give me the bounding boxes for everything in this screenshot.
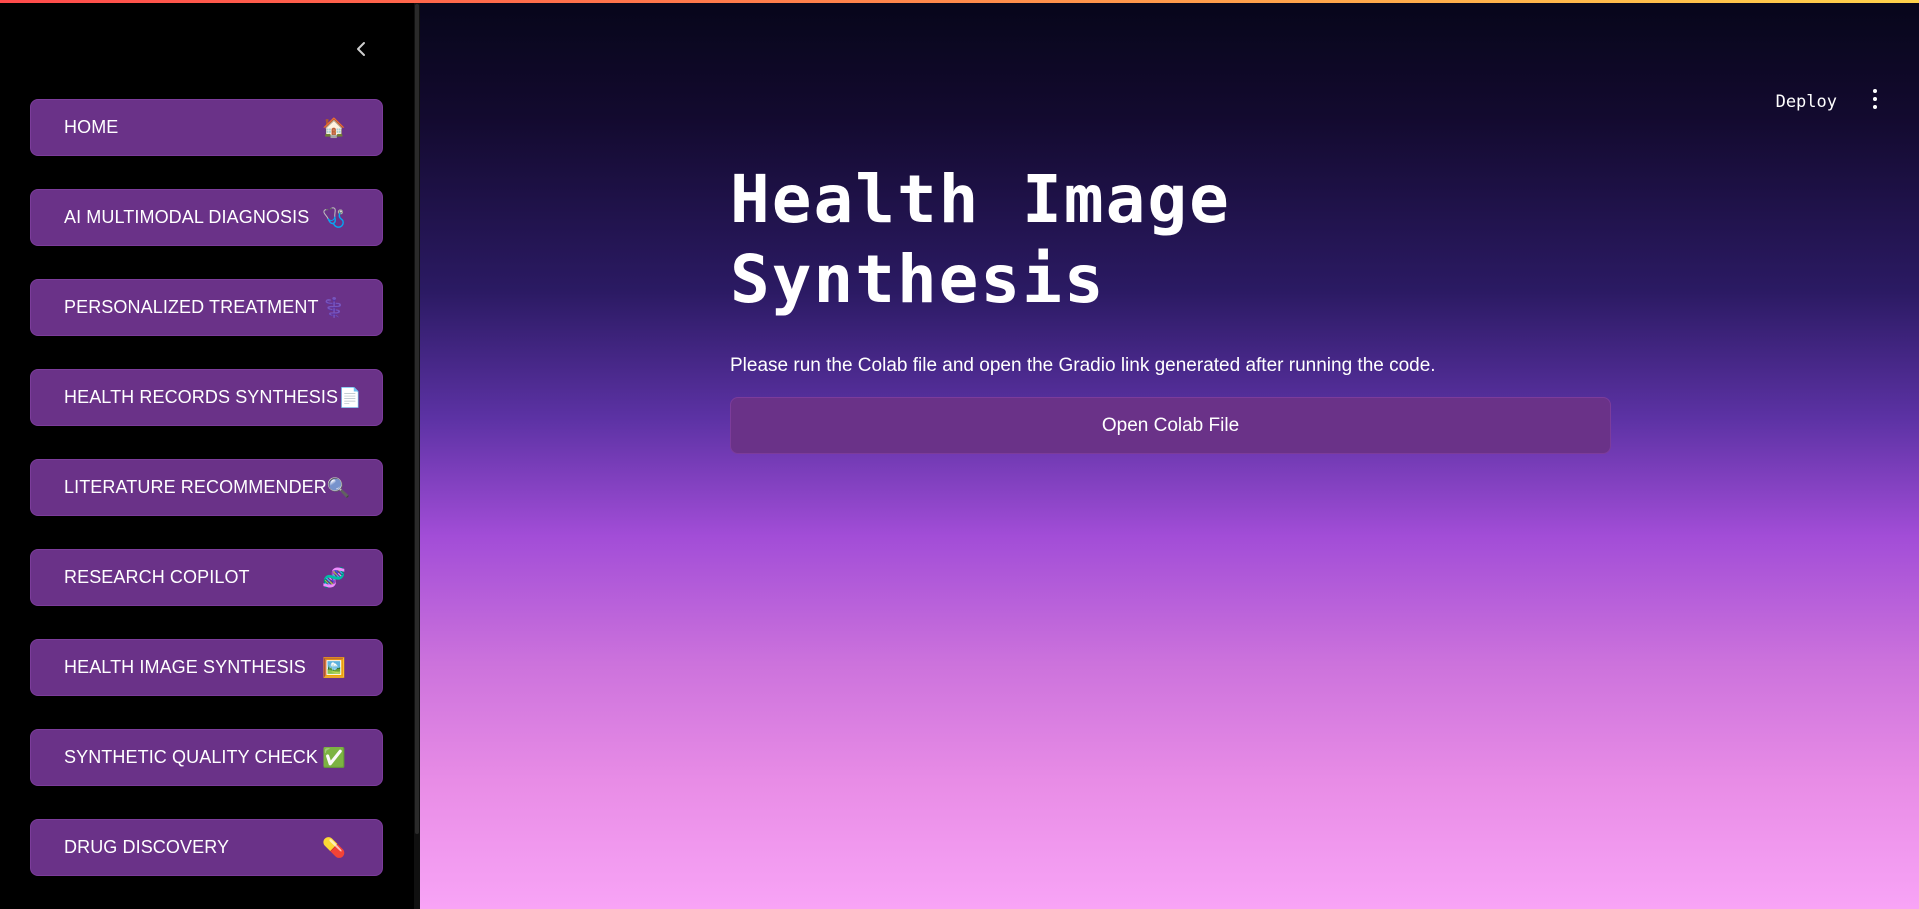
page-title: Health Image Synthesis <box>730 161 1231 318</box>
document-icon: 📄 <box>338 387 362 409</box>
menu-dot <box>1873 97 1877 101</box>
sidebar-item-research-copilot[interactable]: RESEARCH COPILOT 🧬 <box>30 549 383 606</box>
sidebar-item-ai-multimodal-diagnosis[interactable]: AI MULTIMODAL DIAGNOSIS 🩺 <box>30 189 383 246</box>
kebab-menu-icon[interactable] <box>1867 87 1883 111</box>
sidebar-nav: HOME 🏠 AI MULTIMODAL DIAGNOSIS 🩺 PERSONA… <box>30 99 383 909</box>
page-description: Please run the Colab file and open the G… <box>730 355 1436 376</box>
medical-symbol-icon: ⚕️ <box>322 297 346 319</box>
sidebar-item-personalized-treatment[interactable]: PERSONALIZED TREATMENT ⚕️ <box>30 279 383 336</box>
sidebar-item-label: PERSONALIZED TREATMENT <box>64 297 319 317</box>
framed-picture-icon: 🖼️ <box>322 657 346 679</box>
sidebar-item-health-image-synthesis[interactable]: HEALTH IMAGE SYNTHESIS 🖼️ <box>30 639 383 696</box>
magnifier-icon: 🔍 <box>326 477 351 499</box>
sidebar-item-literature-recommender[interactable]: LITERATURE RECOMMENDER 🔍 <box>30 459 383 516</box>
sidebar-item-home[interactable]: HOME 🏠 <box>30 99 383 156</box>
sidebar-scrollbar-thumb[interactable] <box>415 4 419 834</box>
sidebar-collapse-button[interactable] <box>348 36 374 62</box>
main-content: Deploy Health Image Synthesis Please run… <box>420 0 1919 909</box>
dna-icon: 🧬 <box>322 567 346 589</box>
top-accent-bar <box>0 0 1919 3</box>
sidebar-item-label: HEALTH IMAGE SYNTHESIS <box>64 657 306 677</box>
sidebar-item-label: HEALTH RECORDS SYNTHESIS <box>64 387 339 407</box>
sidebar-item-label: SYNTHETIC QUALITY CHECK <box>64 747 319 767</box>
sidebar-item-label: AI MULTIMODAL DIAGNOSIS <box>64 207 310 227</box>
sidebar-item-label: HOME <box>64 117 119 137</box>
chevron-left-icon <box>357 42 365 56</box>
pill-icon: 💊 <box>322 837 346 859</box>
menu-dot <box>1873 89 1877 93</box>
sidebar: HOME 🏠 AI MULTIMODAL DIAGNOSIS 🩺 PERSONA… <box>0 0 414 909</box>
page-section: Health Image Synthesis Please run the Co… <box>730 160 1611 454</box>
sidebar-item-health-records-synthesis[interactable]: HEALTH RECORDS SYNTHESIS 📄 <box>30 369 383 426</box>
stethoscope-icon: 🩺 <box>322 207 346 229</box>
house-icon: 🏠 <box>322 117 346 139</box>
menu-dot <box>1873 105 1877 109</box>
sidebar-item-label: LITERATURE RECOMMENDER <box>64 477 327 497</box>
sidebar-item-label: DRUG DISCOVERY <box>64 837 230 857</box>
open-colab-button[interactable]: Open Colab File <box>730 397 1611 454</box>
sidebar-item-drug-discovery[interactable]: DRUG DISCOVERY 💊 <box>30 819 383 876</box>
sidebar-item-synthetic-quality-check[interactable]: SYNTHETIC QUALITY CHECK ✅ <box>30 729 383 786</box>
sidebar-item-label: RESEARCH COPILOT <box>64 567 250 587</box>
check-mark-icon: ✅ <box>322 747 346 769</box>
deploy-button[interactable]: Deploy <box>1776 92 1837 112</box>
